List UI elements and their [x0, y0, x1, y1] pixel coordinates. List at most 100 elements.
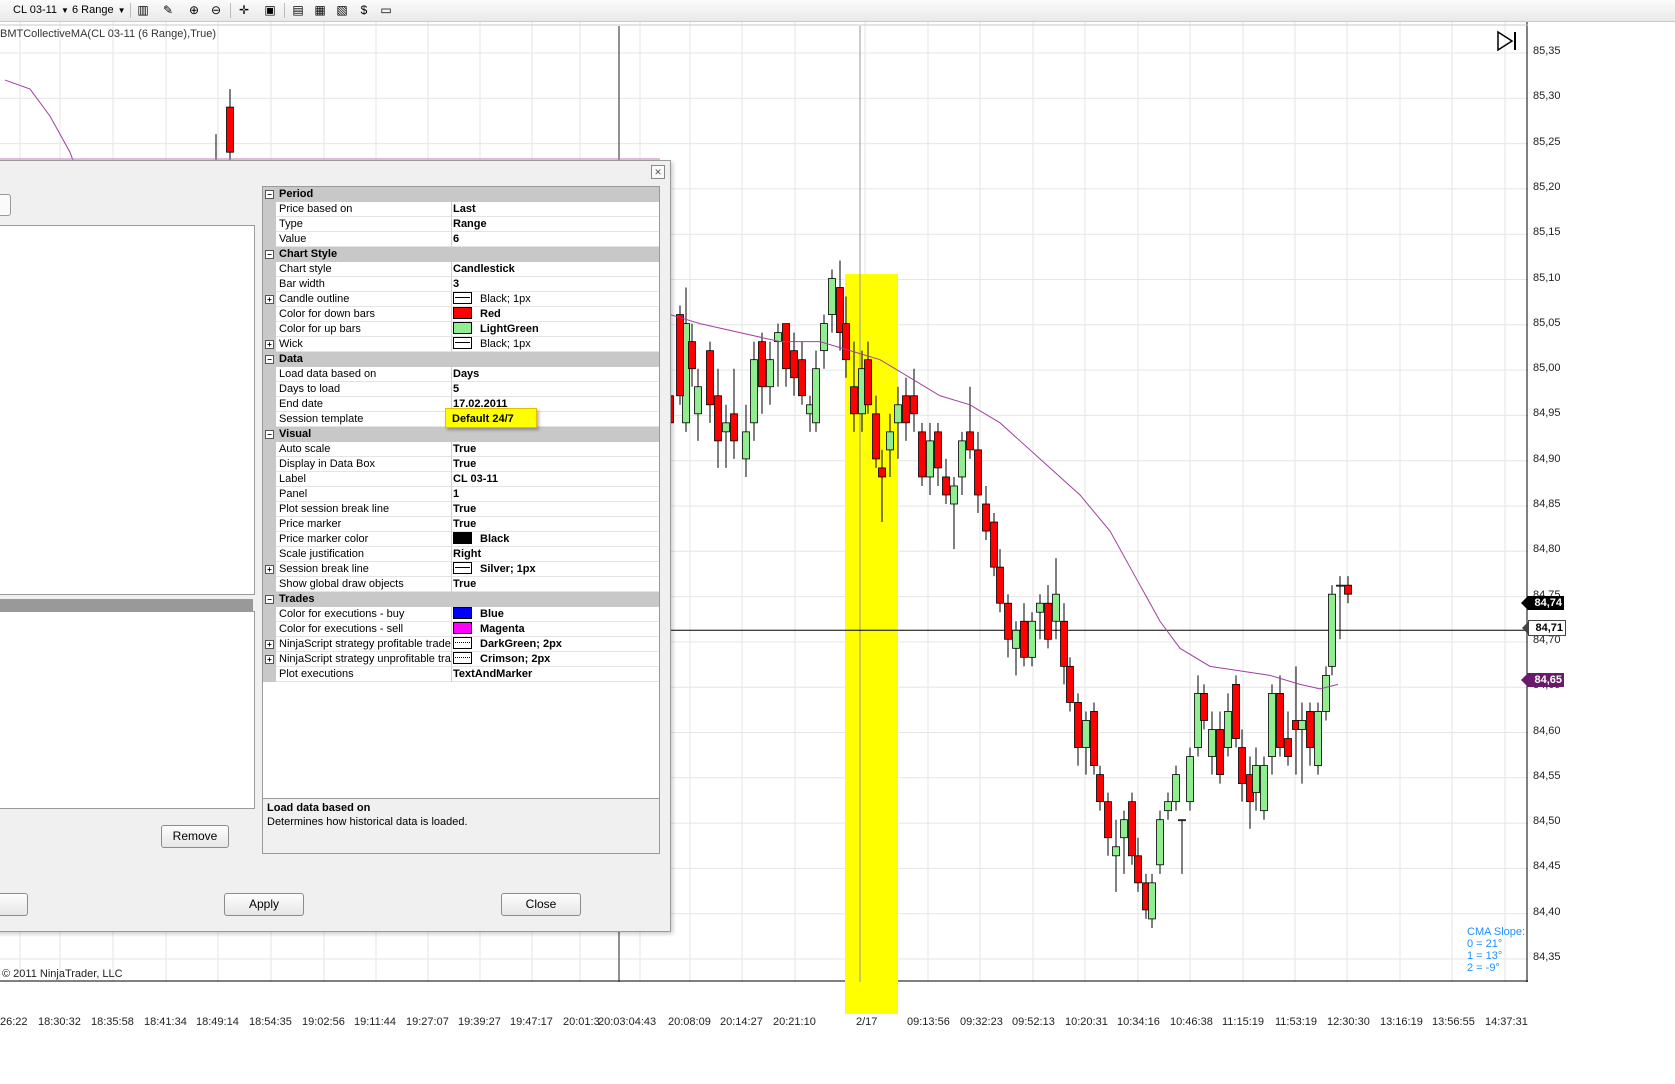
property-row[interactable]: Show global draw objects True	[263, 577, 659, 592]
property-value[interactable]: True	[453, 457, 659, 472]
property-value[interactable]: Last	[453, 202, 659, 217]
property-row[interactable]: Plot executions TextAndMarker	[263, 667, 659, 682]
collapse-icon[interactable]: −	[265, 250, 274, 259]
property-row[interactable]: Panel 1	[263, 487, 659, 502]
property-row[interactable]: Display in Data Box True	[263, 457, 659, 472]
property-value[interactable]: Candlestick	[453, 262, 659, 277]
property-row[interactable]: Price marker True	[263, 517, 659, 532]
property-value[interactable]: Blue	[453, 607, 659, 622]
property-row[interactable]: + NinjaScript strategy profitable trade l…	[263, 637, 659, 652]
property-row[interactable]: Load data based on Days	[263, 367, 659, 382]
property-row[interactable]: Plot session break line True	[263, 502, 659, 517]
property-row[interactable]: Type Range	[263, 217, 659, 232]
scroll-to-end-icon[interactable]	[1496, 30, 1518, 52]
property-row[interactable]: Price marker color Black	[263, 532, 659, 547]
secondary-list[interactable]	[0, 611, 255, 809]
property-category[interactable]: − Chart Style	[263, 247, 659, 262]
row-gutter	[263, 202, 276, 217]
property-value[interactable]: Crimson; 2px	[453, 652, 659, 667]
property-value-text: True	[453, 443, 477, 455]
property-row[interactable]: Color for executions - sell Magenta	[263, 622, 659, 637]
property-value[interactable]: 5	[453, 382, 659, 397]
property-category[interactable]: − Trades	[263, 592, 659, 607]
period-selector[interactable]: 6 Range ▼	[72, 3, 126, 18]
left-partial-button[interactable]	[0, 893, 28, 916]
zoom-rect-icon[interactable]: ▣	[262, 2, 278, 18]
close-icon[interactable]: ✕	[651, 165, 665, 179]
property-row[interactable]: + Candle outline Black; 1px	[263, 292, 659, 307]
property-row[interactable]: Days to load 5	[263, 382, 659, 397]
session-template-value[interactable]: Default 24/7	[445, 408, 537, 428]
data-box-icon[interactable]: ▭	[378, 2, 394, 18]
money-icon[interactable]: $	[356, 2, 372, 18]
pencil-icon[interactable]: ✎	[160, 2, 176, 18]
property-value[interactable]: Black; 1px	[453, 337, 659, 352]
property-row[interactable]: Label CL 03-11	[263, 472, 659, 487]
property-value-text: TextAndMarker	[453, 668, 533, 680]
apply-button[interactable]: Apply	[224, 893, 304, 916]
collapse-icon[interactable]: −	[265, 595, 274, 604]
crosshair-icon[interactable]: ✛	[236, 2, 252, 18]
property-value[interactable]: 3	[453, 277, 659, 292]
property-value-text: 3	[453, 278, 460, 290]
expand-icon[interactable]: +	[265, 340, 274, 349]
property-row[interactable]: + Wick Black; 1px	[263, 337, 659, 352]
property-value[interactable]: Days	[453, 367, 659, 382]
property-value-text: Black; 1px	[480, 338, 531, 350]
expand-icon[interactable]: +	[265, 295, 274, 304]
property-row[interactable]: Color for executions - buy Blue	[263, 607, 659, 622]
property-value[interactable]: TextAndMarker	[453, 667, 659, 682]
property-name: Load data based on	[279, 367, 452, 382]
property-row[interactable]: Price based on Last	[263, 202, 659, 217]
property-value[interactable]: LightGreen	[453, 322, 659, 337]
property-grid[interactable]: − Period Price based on Last Type Range Value 6…	[262, 186, 660, 799]
property-value[interactable]: Black; 1px	[453, 292, 659, 307]
property-value[interactable]: CL 03-11	[453, 472, 659, 487]
remove-button[interactable]: Remove	[161, 825, 229, 848]
indicator-list[interactable]	[0, 225, 255, 595]
property-row[interactable]: Color for up bars LightGreen	[263, 322, 659, 337]
property-row[interactable]: Chart style Candlestick	[263, 262, 659, 277]
property-value[interactable]: Black	[453, 532, 659, 547]
collapse-icon[interactable]: −	[265, 355, 274, 364]
property-value[interactable]: True	[453, 442, 659, 457]
property-value[interactable]: 1	[453, 487, 659, 502]
property-category[interactable]: − Visual	[263, 427, 659, 442]
property-row[interactable]: Value 6	[263, 232, 659, 247]
left-panel-button[interactable]	[0, 194, 11, 216]
property-value[interactable]: Right	[453, 547, 659, 562]
strategies-icon[interactable]: ▦	[312, 2, 328, 18]
property-row[interactable]: + Session break line Silver; 1px	[263, 562, 659, 577]
indicators-icon[interactable]: ▤	[290, 2, 306, 18]
property-value[interactable]: Range	[453, 217, 659, 232]
property-value[interactable]: True	[453, 502, 659, 517]
zoom-in-icon[interactable]: ⊕	[186, 2, 202, 18]
bar-type-icon[interactable]: ▥	[135, 2, 151, 18]
splitter[interactable]	[0, 599, 253, 611]
collapse-icon[interactable]: −	[265, 190, 274, 199]
zoom-out-icon[interactable]: ⊖	[208, 2, 224, 18]
property-value[interactable]: 6	[453, 232, 659, 247]
chart-properties-icon[interactable]: ▧	[334, 2, 350, 18]
property-value[interactable]: Silver; 1px	[453, 562, 659, 577]
property-category[interactable]: − Data	[263, 352, 659, 367]
collapse-icon[interactable]: −	[265, 430, 274, 439]
property-category[interactable]: − Period	[263, 187, 659, 202]
property-value[interactable]: True	[453, 517, 659, 532]
property-value[interactable]: Magenta	[453, 622, 659, 637]
property-row[interactable]: + NinjaScript strategy unprofitable trade…	[263, 652, 659, 667]
property-row[interactable]: Bar width 3	[263, 277, 659, 292]
instrument-selector[interactable]: CL 03-11 ▼	[13, 3, 69, 18]
property-value[interactable]: True	[453, 577, 659, 592]
property-name: Color for up bars	[279, 322, 452, 337]
property-row[interactable]: Auto scale True	[263, 442, 659, 457]
expand-icon[interactable]: +	[265, 655, 274, 664]
property-value[interactable]: DarkGreen; 2px	[453, 637, 659, 652]
close-button[interactable]: Close	[501, 893, 581, 916]
expand-icon[interactable]: +	[265, 565, 274, 574]
up-candle	[1156, 819, 1164, 866]
property-value[interactable]: Red	[453, 307, 659, 322]
property-row[interactable]: Scale justification Right	[263, 547, 659, 562]
property-row[interactable]: Color for down bars Red	[263, 307, 659, 322]
expand-icon[interactable]: +	[265, 640, 274, 649]
